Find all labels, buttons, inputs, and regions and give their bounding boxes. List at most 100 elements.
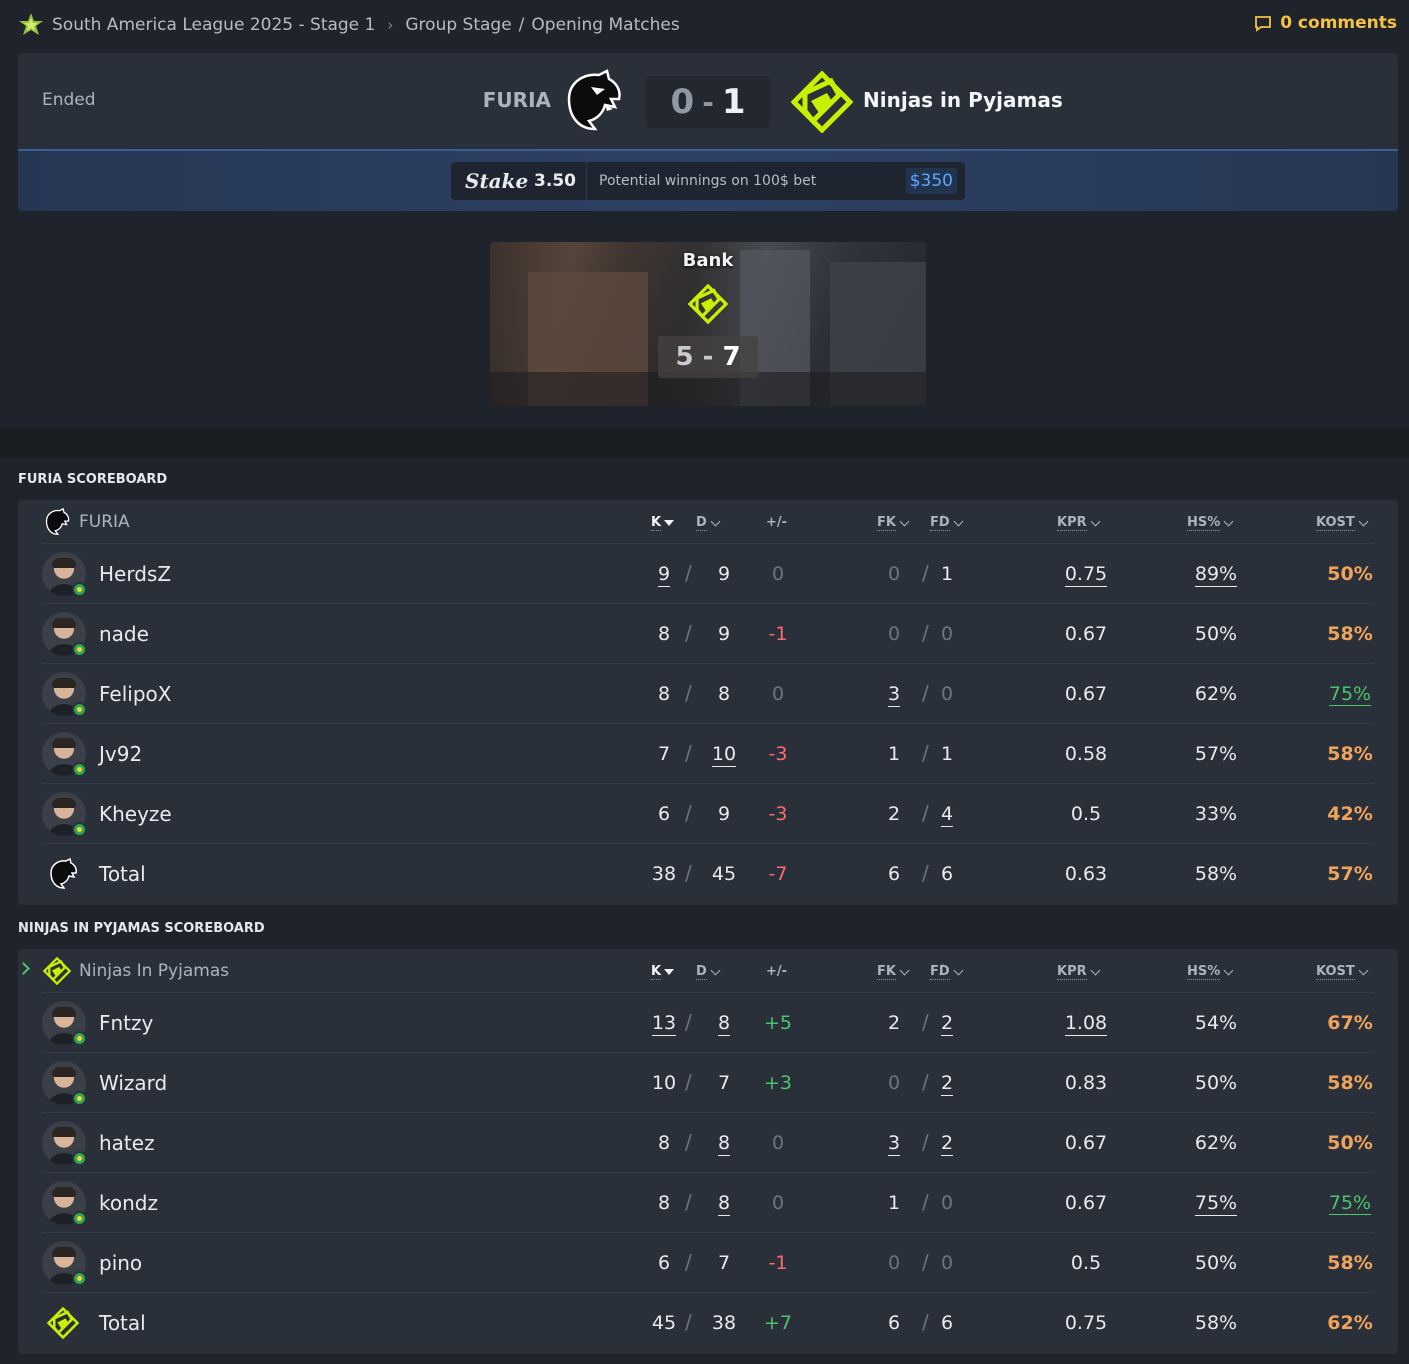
player-row[interactable]: pino 6 / 7 -1 0 / 0 0.5 50% 58% bbox=[42, 1233, 1374, 1293]
plus-minus: +5 bbox=[763, 1012, 792, 1034]
first-deaths: 0 bbox=[940, 683, 954, 705]
kpr: 0.58 bbox=[1064, 743, 1108, 765]
sort-fd-header[interactable]: FD bbox=[930, 964, 964, 980]
sort-fd-header[interactable]: FD bbox=[930, 515, 964, 531]
kpr[interactable]: 0.75 bbox=[1064, 563, 1108, 587]
player-row[interactable]: FelipoX 8 / 8 0 3 / 0 0.67 62% 75% bbox=[42, 664, 1374, 724]
brazil-flag-icon bbox=[72, 822, 87, 837]
chevron-down-icon bbox=[1358, 516, 1369, 526]
comments-link[interactable]: 0 comments bbox=[1254, 13, 1397, 33]
sort-hs-header[interactable]: HS% bbox=[1187, 964, 1234, 980]
deaths[interactable]: 8 bbox=[717, 1012, 731, 1036]
nip-logo-icon[interactable] bbox=[791, 71, 853, 133]
kpr: 0.67 bbox=[1064, 623, 1108, 645]
sort-kpr-header[interactable]: KPR bbox=[1057, 964, 1101, 980]
deaths: 9 bbox=[717, 563, 731, 585]
player-row[interactable]: Fntzy 13 / 8 +5 2 / 2 1.08 54% 67% bbox=[42, 993, 1374, 1053]
deaths[interactable]: 10 bbox=[711, 743, 737, 767]
team1-name[interactable]: FURIA bbox=[483, 88, 551, 112]
map-score: 5 - 7 bbox=[658, 336, 758, 378]
furia-scoreboard-title: FURIA SCOREBOARD bbox=[18, 472, 168, 487]
furia-logo-icon[interactable] bbox=[561, 69, 625, 133]
player-row[interactable]: HerdsZ 9 / 9 0 0 / 1 0.75 89% 50% bbox=[42, 544, 1374, 604]
kpr[interactable]: 1.08 bbox=[1064, 1012, 1108, 1036]
player-row[interactable]: hatez 8 / 8 0 3 / 2 0.67 62% 50% bbox=[42, 1113, 1374, 1173]
player-name[interactable]: Jv92 bbox=[99, 742, 142, 766]
chevron-down-icon bbox=[710, 965, 721, 975]
sort-d-header[interactable]: D bbox=[696, 515, 721, 531]
deaths: 9 bbox=[717, 623, 731, 645]
brazil-flag-icon bbox=[72, 1211, 87, 1226]
kost: 67% bbox=[1327, 1012, 1373, 1034]
first-deaths: 0 bbox=[940, 1252, 954, 1274]
headshot-pct[interactable]: 89% bbox=[1194, 563, 1238, 587]
headshot-pct[interactable]: 75% bbox=[1194, 1192, 1238, 1216]
plus-minus: +3 bbox=[763, 1072, 792, 1094]
first-deaths[interactable]: 2 bbox=[940, 1072, 954, 1096]
brazil-flag-icon bbox=[72, 582, 87, 597]
sort-kost-header[interactable]: KOST bbox=[1316, 964, 1369, 980]
player-name[interactable]: Fntzy bbox=[99, 1011, 153, 1035]
player-name[interactable]: hatez bbox=[99, 1131, 155, 1155]
furia-logo-icon bbox=[45, 508, 70, 535]
headshot-pct: 50% bbox=[1194, 1072, 1238, 1094]
headshot-pct: 58% bbox=[1194, 1312, 1238, 1334]
first-kills: 1 bbox=[887, 1192, 901, 1214]
map-score-separator: - bbox=[702, 342, 714, 372]
plus-minus-header: +/- bbox=[766, 964, 788, 979]
deaths[interactable]: 8 bbox=[717, 1192, 731, 1216]
chevron-down-icon bbox=[953, 516, 964, 526]
team2-name[interactable]: Ninjas in Pyjamas bbox=[863, 88, 1063, 112]
first-kills[interactable]: 3 bbox=[887, 683, 901, 707]
player-name[interactable]: FelipoX bbox=[99, 682, 171, 706]
plus-minus: -1 bbox=[768, 623, 788, 645]
player-name[interactable]: Kheyze bbox=[99, 802, 172, 826]
player-name[interactable]: pino bbox=[99, 1251, 142, 1275]
map-card[interactable]: Bank 5 - 7 bbox=[490, 242, 926, 406]
kills: 8 bbox=[657, 1192, 671, 1214]
kills: 7 bbox=[657, 743, 671, 765]
breadcrumb-round[interactable]: Opening Matches bbox=[531, 15, 679, 35]
first-deaths[interactable]: 2 bbox=[940, 1012, 954, 1036]
breadcrumb-tournament[interactable]: South America League 2025 - Stage 1 bbox=[52, 15, 375, 35]
score-team2: 1 bbox=[721, 82, 746, 122]
player-row[interactable]: kondz 8 / 8 0 1 / 0 0.67 75% 75% bbox=[42, 1173, 1374, 1233]
sort-kpr-header[interactable]: KPR bbox=[1057, 515, 1101, 531]
sort-fk-header[interactable]: FK bbox=[877, 515, 910, 531]
bet-widget[interactable]: Stake 3.50 Potential winnings on 100$ be… bbox=[451, 162, 965, 200]
kpr: 0.67 bbox=[1064, 1192, 1108, 1214]
player-name[interactable]: HerdsZ bbox=[99, 562, 171, 586]
total-row: Total 38 / 45 -7 6 / 6 0.63 58% 57% bbox=[42, 844, 1374, 904]
breadcrumb-stage[interactable]: Group Stage bbox=[405, 15, 511, 35]
deaths[interactable]: 8 bbox=[717, 1132, 731, 1156]
kost[interactable]: 75% bbox=[1328, 683, 1372, 706]
nip-scoreboard-title: NINJAS IN PYJAMAS SCOREBOARD bbox=[18, 921, 265, 936]
first-kills[interactable]: 3 bbox=[887, 1132, 901, 1156]
sort-hs-header[interactable]: HS% bbox=[1187, 515, 1234, 531]
sort-kost-header[interactable]: KOST bbox=[1316, 515, 1369, 531]
sort-d-header[interactable]: D bbox=[696, 964, 721, 980]
first-kills: 6 bbox=[887, 863, 901, 885]
expand-chevron-icon[interactable] bbox=[17, 962, 30, 975]
player-row[interactable]: Kheyze 6 / 9 -3 2 / 4 0.5 33% 42% bbox=[42, 784, 1374, 844]
player-row[interactable]: Jv92 7 / 10 -3 1 / 1 0.58 57% 58% bbox=[42, 724, 1374, 784]
kills[interactable]: 9 bbox=[657, 563, 671, 587]
player-name[interactable]: nade bbox=[99, 622, 149, 646]
sort-k-header[interactable]: K bbox=[651, 515, 675, 531]
player-name[interactable]: kondz bbox=[99, 1191, 158, 1215]
kpr: 0.5 bbox=[1070, 1252, 1102, 1274]
first-deaths[interactable]: 2 bbox=[940, 1132, 954, 1156]
plus-minus: 0 bbox=[771, 683, 785, 705]
kills[interactable]: 13 bbox=[651, 1012, 677, 1036]
sort-k-header[interactable]: K bbox=[651, 964, 675, 980]
headshot-pct: 58% bbox=[1194, 863, 1238, 885]
sort-fk-header[interactable]: FK bbox=[877, 964, 910, 980]
score-separator: - bbox=[702, 85, 714, 119]
kost[interactable]: 75% bbox=[1328, 1192, 1372, 1215]
chevron-down-icon bbox=[1223, 516, 1234, 526]
player-name[interactable]: Wizard bbox=[99, 1071, 167, 1095]
first-deaths[interactable]: 4 bbox=[940, 803, 954, 827]
player-row[interactable]: nade 8 / 9 -1 0 / 0 0.67 50% 58% bbox=[42, 604, 1374, 664]
deaths: 9 bbox=[717, 803, 731, 825]
player-row[interactable]: Wizard 10 / 7 +3 0 / 2 0.83 50% 58% bbox=[42, 1053, 1374, 1113]
